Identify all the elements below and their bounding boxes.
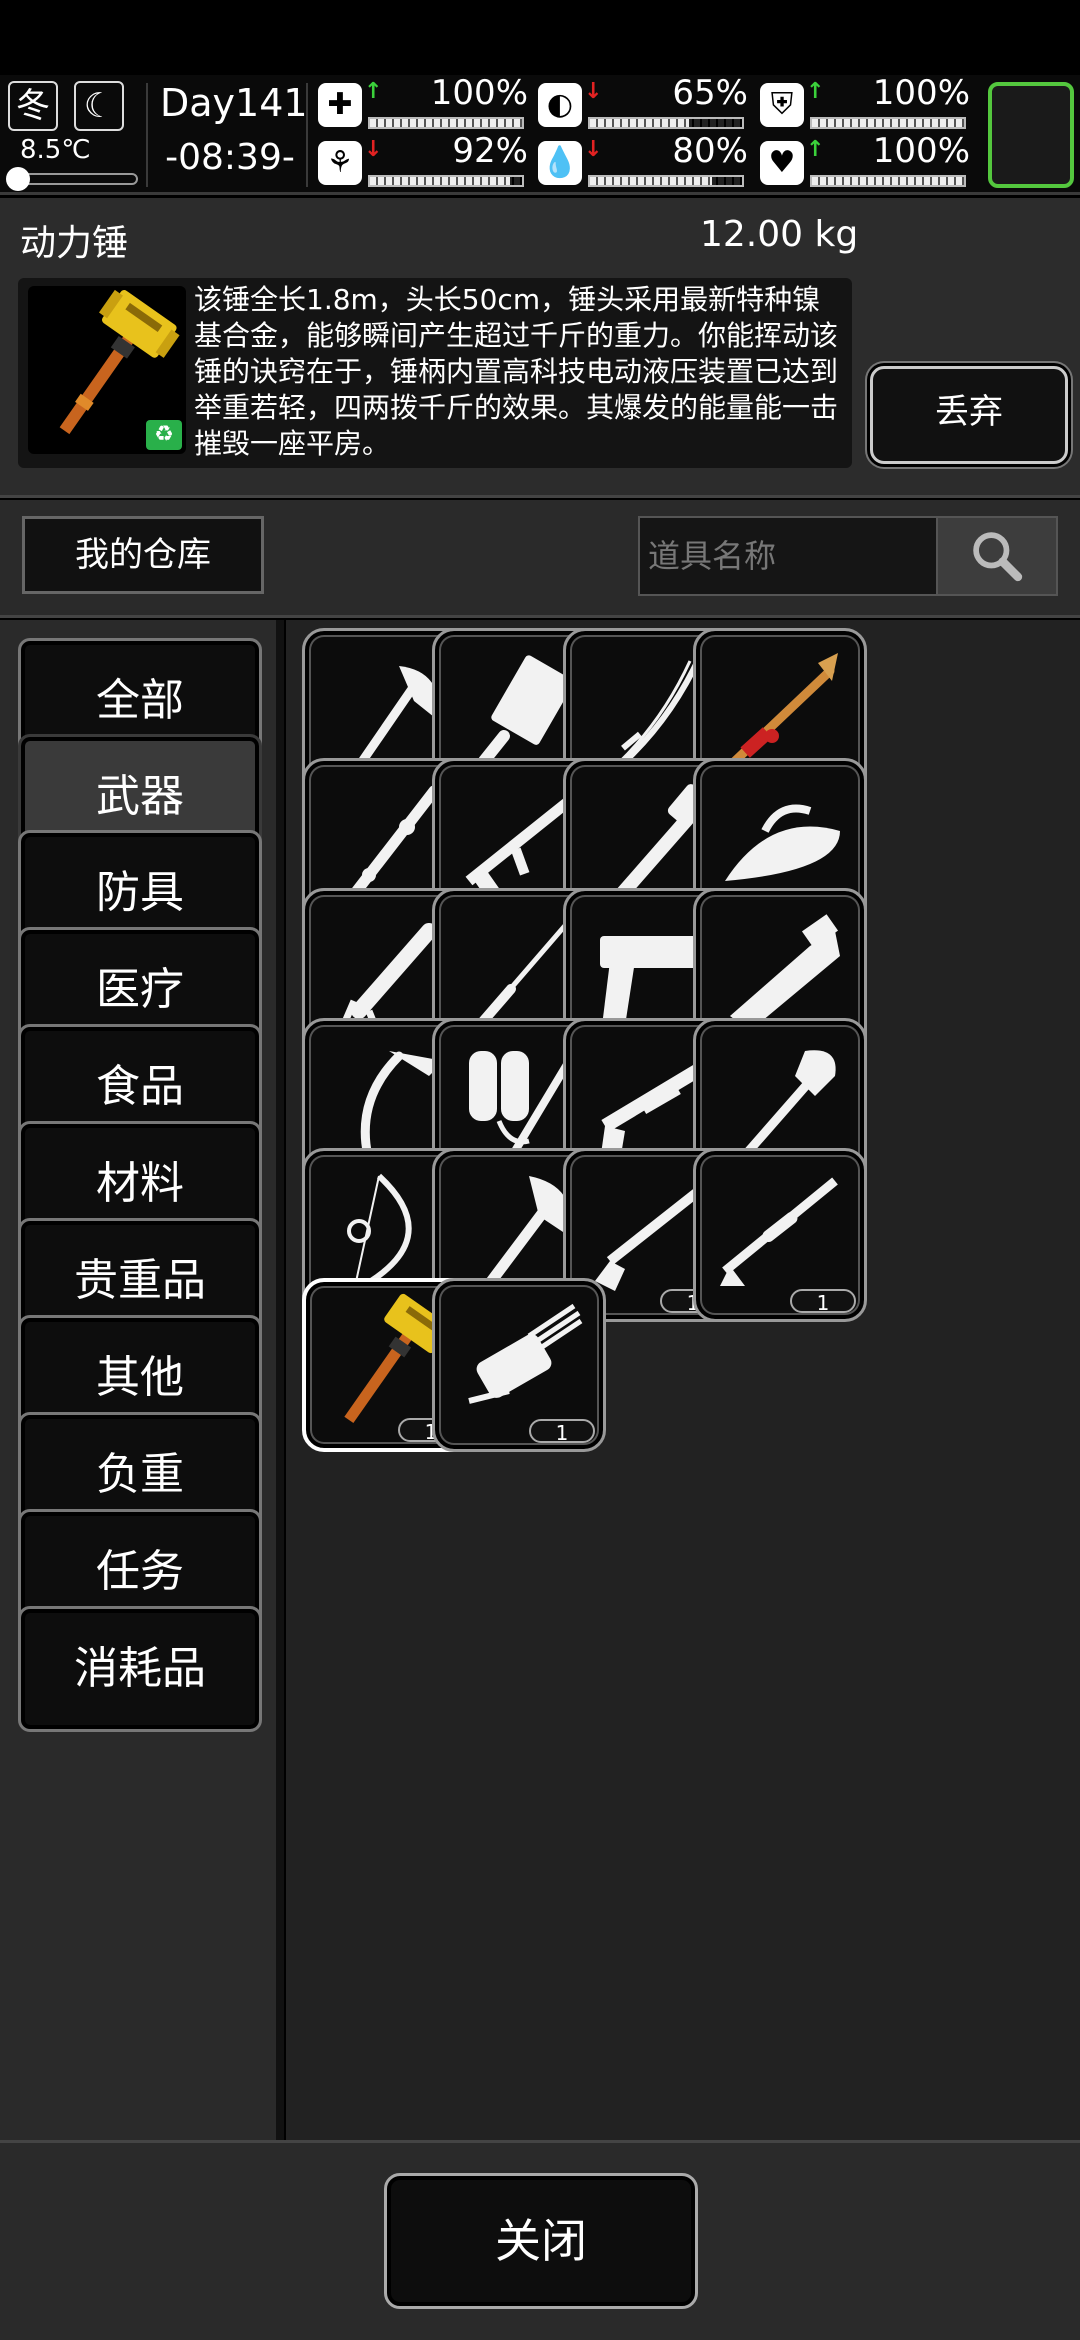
item-description-panel: ♻ 该锤全长1.8m，头长50cm，锤头采用最新特种镍基合金，能够瞬间产生超过千…	[18, 278, 852, 468]
discard-button[interactable]: 丢弃	[870, 366, 1068, 464]
item-weight: 12.00 kg	[700, 214, 859, 255]
warehouse-header: 我的仓库 道具名称	[0, 500, 1080, 618]
thirst-stat: 💧 ↓ 80%	[538, 131, 748, 191]
season-label: 冬	[16, 86, 50, 126]
stamina-stat: ⚘ ↓ 92%	[318, 131, 528, 191]
bottom-bar: 关闭	[0, 2140, 1080, 2340]
category-divider	[276, 620, 284, 2140]
item-detail-panel: 动力锤 12.00 kg ♻ 该锤全长1.8m，头长50cm，锤头采用最新特种镍…	[0, 198, 1080, 498]
health-stat: ✚ ↑ 100%	[318, 73, 528, 133]
inventory-slot[interactable]: 1	[693, 1148, 867, 1322]
power-hammer-icon: ♻	[28, 286, 186, 454]
stomach-icon: ◐	[538, 83, 582, 127]
equipped-slot[interactable]	[988, 82, 1074, 188]
temperature-label: 8.5℃	[20, 135, 91, 165]
search-button[interactable]	[936, 516, 1058, 596]
armor-icon: ⛨	[760, 83, 804, 127]
trend-up-icon: ↑	[806, 137, 825, 162]
item-grid: 1 1 1 1 6 1 20 1 1 1 1 11 1 1 1 1 1 1 1 …	[286, 620, 1080, 2140]
stamina-icon: ⚘	[318, 141, 362, 185]
category-list: 全部 武器 防具 医疗 食品 材料 贵重品 其他 负重 任务 消耗品	[0, 620, 282, 2140]
recycle-shirt-icon: ♻	[146, 420, 182, 450]
trend-down-icon: ↓	[584, 79, 603, 104]
item-count: 1	[790, 1289, 856, 1315]
water-drop-icon: 💧	[538, 141, 582, 185]
day-counter: Day141	[160, 81, 308, 125]
hunger-stat: ◐ ↓ 65%	[538, 73, 748, 133]
search-input[interactable]: 道具名称	[638, 516, 938, 596]
item-name: 动力锤	[20, 223, 129, 264]
moon-icon: ☾	[74, 81, 124, 131]
minigun-icon	[468, 1303, 583, 1404]
trend-up-icon: ↑	[806, 79, 825, 104]
category-consumables[interactable]: 消耗品	[18, 1606, 262, 1732]
game-clock: -08:39-	[165, 137, 295, 178]
item-count: 1	[529, 1419, 595, 1445]
season-badge: 冬	[8, 81, 58, 131]
mood-stat: ♥ ↑ 100%	[760, 131, 970, 191]
trend-down-icon: ↓	[584, 137, 603, 162]
trend-down-icon: ↓	[364, 137, 383, 162]
armor-stat: ⛨ ↑ 100%	[760, 73, 970, 133]
warehouse-title: 我的仓库	[22, 516, 264, 594]
close-button[interactable]: 关闭	[384, 2173, 698, 2309]
medkit-icon: ✚	[318, 83, 362, 127]
item-description: 该锤全长1.8m，头长50cm，锤头采用最新特种镍基合金，能够瞬间产生超过千斤的…	[194, 283, 839, 460]
inventory-slot[interactable]: 1	[432, 1278, 606, 1452]
temperature-bar	[6, 167, 138, 191]
status-bar: 冬 ☾ 8.5℃ Day141 -08:39- ✚ ↑ 100% ◐ ↓ 65%…	[0, 73, 1080, 195]
trend-up-icon: ↑	[364, 79, 383, 104]
sniper-rifle-icon	[720, 1177, 838, 1286]
search-icon	[973, 532, 1023, 582]
heart-icon: ♥	[760, 141, 804, 185]
